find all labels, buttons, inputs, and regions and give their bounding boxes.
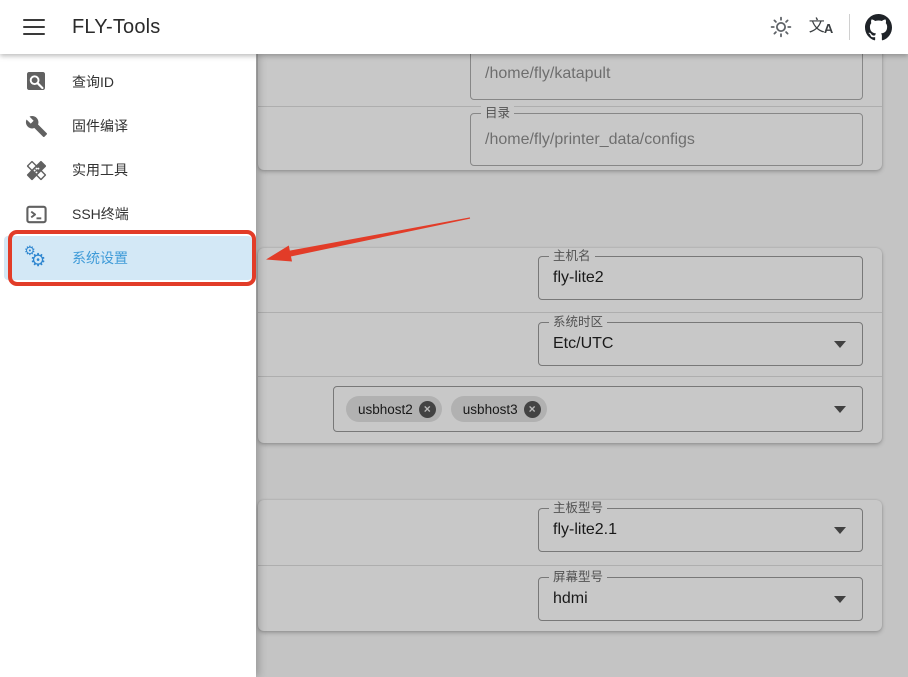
- chip-label: usbhost3: [463, 402, 518, 417]
- toolbar-divider: [849, 14, 850, 40]
- sidebar-item-system-settings[interactable]: ⚙ ⚙ 系统设置: [4, 236, 252, 280]
- row-divider: [258, 106, 882, 107]
- system-card: 主机名 fly-lite2 系统时区 Etc/UTC usbhost2 × us…: [258, 248, 882, 443]
- wrench-icon: [24, 114, 48, 138]
- katapult-dir-value: /home/fly/katapult: [485, 54, 832, 99]
- chip-usbhost3[interactable]: usbhost3 ×: [451, 396, 547, 422]
- chip-close-icon[interactable]: ×: [524, 401, 541, 418]
- hostname-field[interactable]: 主机名 fly-lite2: [538, 256, 863, 300]
- dropdown-arrow-icon[interactable]: [834, 341, 846, 348]
- config-dir-value: /home/fly/printer_data/configs: [485, 114, 832, 165]
- timezone-value: Etc/UTC: [553, 323, 832, 365]
- sidebar-item-label: 查询ID: [72, 72, 114, 92]
- usb-host-chips: usbhost2 × usbhost3 ×: [346, 396, 547, 422]
- chip-usbhost2[interactable]: usbhost2 ×: [346, 396, 442, 422]
- app-bar: FLY-Tools 文A: [0, 0, 908, 54]
- healing-icon: [24, 158, 48, 182]
- hostname-value: fly-lite2: [553, 257, 832, 299]
- sidebar-item-label: 系统设置: [72, 248, 128, 268]
- main-content: 目录 /home/fly/katapult 目录 /home/fly/print…: [256, 54, 908, 677]
- board-model-select[interactable]: 主板型号 fly-lite2.1: [538, 508, 863, 552]
- sidebar-item-query-id[interactable]: 查询ID: [0, 60, 256, 104]
- chip-label: usbhost2: [358, 402, 413, 417]
- hardware-card: 主板型号 fly-lite2.1 屏幕型号 hdmi: [258, 500, 882, 631]
- screen-model-select[interactable]: 屏幕型号 hdmi: [538, 577, 863, 621]
- screen-model-value: hdmi: [553, 578, 832, 620]
- usb-hosts-select[interactable]: usbhost2 × usbhost3 ×: [333, 386, 863, 432]
- config-dir-field[interactable]: 目录 /home/fly/printer_data/configs: [470, 113, 863, 166]
- dropdown-arrow-icon[interactable]: [834, 596, 846, 603]
- dropdown-arrow-icon[interactable]: [834, 406, 846, 413]
- terminal-icon: [24, 202, 48, 226]
- chip-close-icon[interactable]: ×: [419, 401, 436, 418]
- sidebar-item-label: 固件编译: [72, 116, 128, 136]
- directories-card: 目录 /home/fly/katapult 目录 /home/fly/print…: [258, 54, 882, 170]
- sidebar-item-ssh-terminal[interactable]: SSH终端: [0, 192, 256, 236]
- app-title: FLY-Tools: [72, 16, 161, 39]
- dropdown-arrow-icon[interactable]: [834, 527, 846, 534]
- sidebar-item-label: SSH终端: [72, 204, 129, 224]
- sidebar-item-utilities[interactable]: 实用工具: [0, 148, 256, 192]
- navigation-drawer: 查询ID 固件编译 实用工具 SSH终端 ⚙: [0, 54, 256, 677]
- brightness-icon[interactable]: [761, 7, 801, 47]
- hamburger-menu-icon[interactable]: [14, 7, 54, 47]
- id-search-icon: [24, 70, 48, 94]
- katapult-dir-field[interactable]: 目录 /home/fly/katapult: [470, 54, 863, 100]
- row-divider: [258, 565, 882, 566]
- board-model-value: fly-lite2.1: [553, 509, 832, 551]
- github-icon[interactable]: [858, 7, 898, 47]
- translate-icon[interactable]: 文A: [801, 7, 841, 47]
- timezone-select[interactable]: 系统时区 Etc/UTC: [538, 322, 863, 366]
- gears-icon: ⚙ ⚙: [24, 246, 48, 270]
- sidebar-item-firmware-build[interactable]: 固件编译: [0, 104, 256, 148]
- row-divider: [258, 312, 882, 313]
- sidebar-item-label: 实用工具: [72, 160, 128, 180]
- row-divider: [258, 376, 882, 377]
